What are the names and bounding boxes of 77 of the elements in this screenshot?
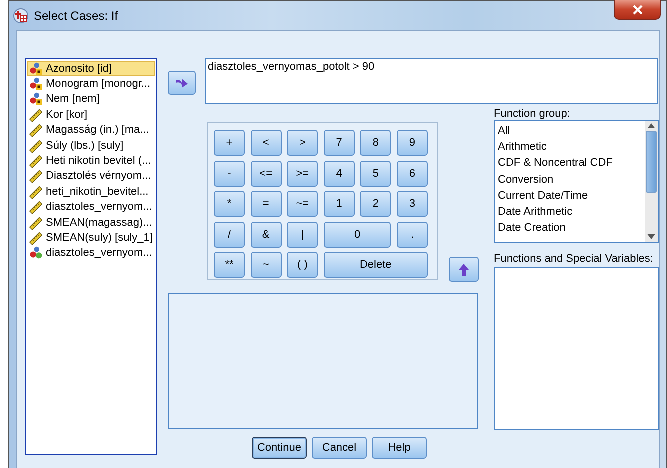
- nominal-variable-icon: [29, 246, 43, 260]
- variable-item[interactable]: diasztoles_vernyom...: [27, 246, 155, 262]
- arrow-right-icon: [175, 77, 189, 89]
- variable-item[interactable]: Kor [kor]: [27, 107, 155, 123]
- variable-item[interactable]: Diasztolés vérnyom...: [27, 168, 155, 184]
- keypad-key[interactable]: ~=: [287, 191, 318, 218]
- move-button[interactable]: [168, 71, 196, 95]
- functions-label: Functions and Special Variables:: [494, 253, 654, 265]
- keypad-key[interactable]: 1: [324, 191, 355, 218]
- ruler-icon: [29, 138, 43, 153]
- ruler-icon: [29, 230, 43, 245]
- keypad-key[interactable]: +: [214, 130, 245, 156]
- variable-item[interactable]: Magasság (in.) [ma...: [27, 122, 155, 138]
- function-group-item[interactable]: All: [498, 123, 642, 140]
- dialog-button[interactable]: Continue: [252, 437, 307, 459]
- app-icon: [13, 8, 29, 24]
- keypad-key[interactable]: |: [287, 222, 318, 248]
- function-group-item[interactable]: Conversion: [498, 172, 642, 188]
- window-title: Select Cases: If: [34, 8, 118, 22]
- ruler-icon: [29, 200, 43, 214]
- string-variable-icon: [29, 62, 43, 76]
- variable-item[interactable]: SMEAN(magassag)...: [27, 214, 155, 230]
- keypad-key[interactable]: ~: [250, 252, 282, 278]
- keypad-key[interactable]: 3: [396, 191, 428, 218]
- scroll-down-icon[interactable]: [645, 232, 658, 242]
- variable-item[interactable]: Súly (lbs.) [suly]: [27, 138, 155, 154]
- keypad-key[interactable]: >: [287, 130, 318, 156]
- keypad-key[interactable]: &: [250, 222, 282, 248]
- ruler-icon: [29, 216, 43, 230]
- variable-item[interactable]: Monogram [monogr...: [27, 76, 155, 92]
- keypad-key[interactable]: <: [250, 130, 282, 156]
- close-icon: [632, 4, 644, 14]
- string-variable-icon: [29, 92, 43, 106]
- variable-item[interactable]: heti_nikotin_bevitel...: [27, 184, 155, 200]
- function-group-item[interactable]: Date Arithmetic: [498, 204, 642, 220]
- ruler-icon: [29, 123, 43, 138]
- keypad-key[interactable]: 8: [360, 130, 392, 156]
- function-group-item[interactable]: Date Creation: [498, 220, 642, 236]
- keypad-key[interactable]: >=: [287, 160, 318, 187]
- ruler-icon: [29, 169, 43, 184]
- keypad-key[interactable]: 0: [324, 222, 392, 248]
- keypad-key[interactable]: 2: [360, 191, 392, 218]
- move-up-button[interactable]: [449, 257, 479, 282]
- variable-item[interactable]: Nem [nem]: [27, 92, 155, 108]
- dialog-button[interactable]: Cancel: [312, 437, 367, 459]
- keypad-key[interactable]: 7: [324, 130, 355, 156]
- scrollbar-thumb[interactable]: [646, 131, 657, 193]
- keypad-key[interactable]: <=: [250, 160, 282, 187]
- keypad-key[interactable]: /: [214, 222, 245, 248]
- arrow-up-icon: [458, 262, 470, 276]
- keypad-key[interactable]: 6: [396, 160, 428, 187]
- keypad-key[interactable]: 5: [360, 160, 392, 187]
- variable-item[interactable]: Heti nikotin bevitel (...: [27, 153, 155, 169]
- keypad-key[interactable]: .: [396, 222, 428, 248]
- variable-item[interactable]: SMEAN(suly) [suly_1]: [27, 230, 155, 246]
- keypad-key[interactable]: **: [214, 252, 245, 278]
- close-button[interactable]: [614, 0, 661, 20]
- scrollbar[interactable]: [645, 121, 658, 242]
- function-group-item[interactable]: Arithmetic: [498, 139, 642, 156]
- dialog-button[interactable]: Help: [372, 437, 427, 459]
- keypad-key[interactable]: -: [214, 160, 245, 187]
- keypad-key[interactable]: Delete: [324, 252, 428, 278]
- variable-item[interactable]: Azonosito [id]: [27, 61, 155, 76]
- variable-item[interactable]: diasztoles_vernyom...: [27, 200, 155, 215]
- keypad-key[interactable]: 4: [324, 160, 355, 187]
- function-group-item[interactable]: CDF & Noncentral CDF: [498, 155, 642, 172]
- ruler-icon: [29, 154, 43, 168]
- ruler-icon: [29, 184, 43, 199]
- function-group-item[interactable]: Current Date/Time: [498, 188, 642, 204]
- keypad-key[interactable]: =: [250, 191, 282, 218]
- keypad-key[interactable]: 9: [396, 130, 428, 156]
- expression-field[interactable]: diasztoles_vernyomas_potolt > 90: [205, 58, 658, 104]
- string-variable-icon: [29, 77, 43, 92]
- keypad-key[interactable]: *: [214, 191, 245, 218]
- keypad-key[interactable]: ( ): [287, 252, 318, 278]
- ruler-icon: [29, 108, 43, 122]
- function-group-label: Function group:: [494, 108, 572, 120]
